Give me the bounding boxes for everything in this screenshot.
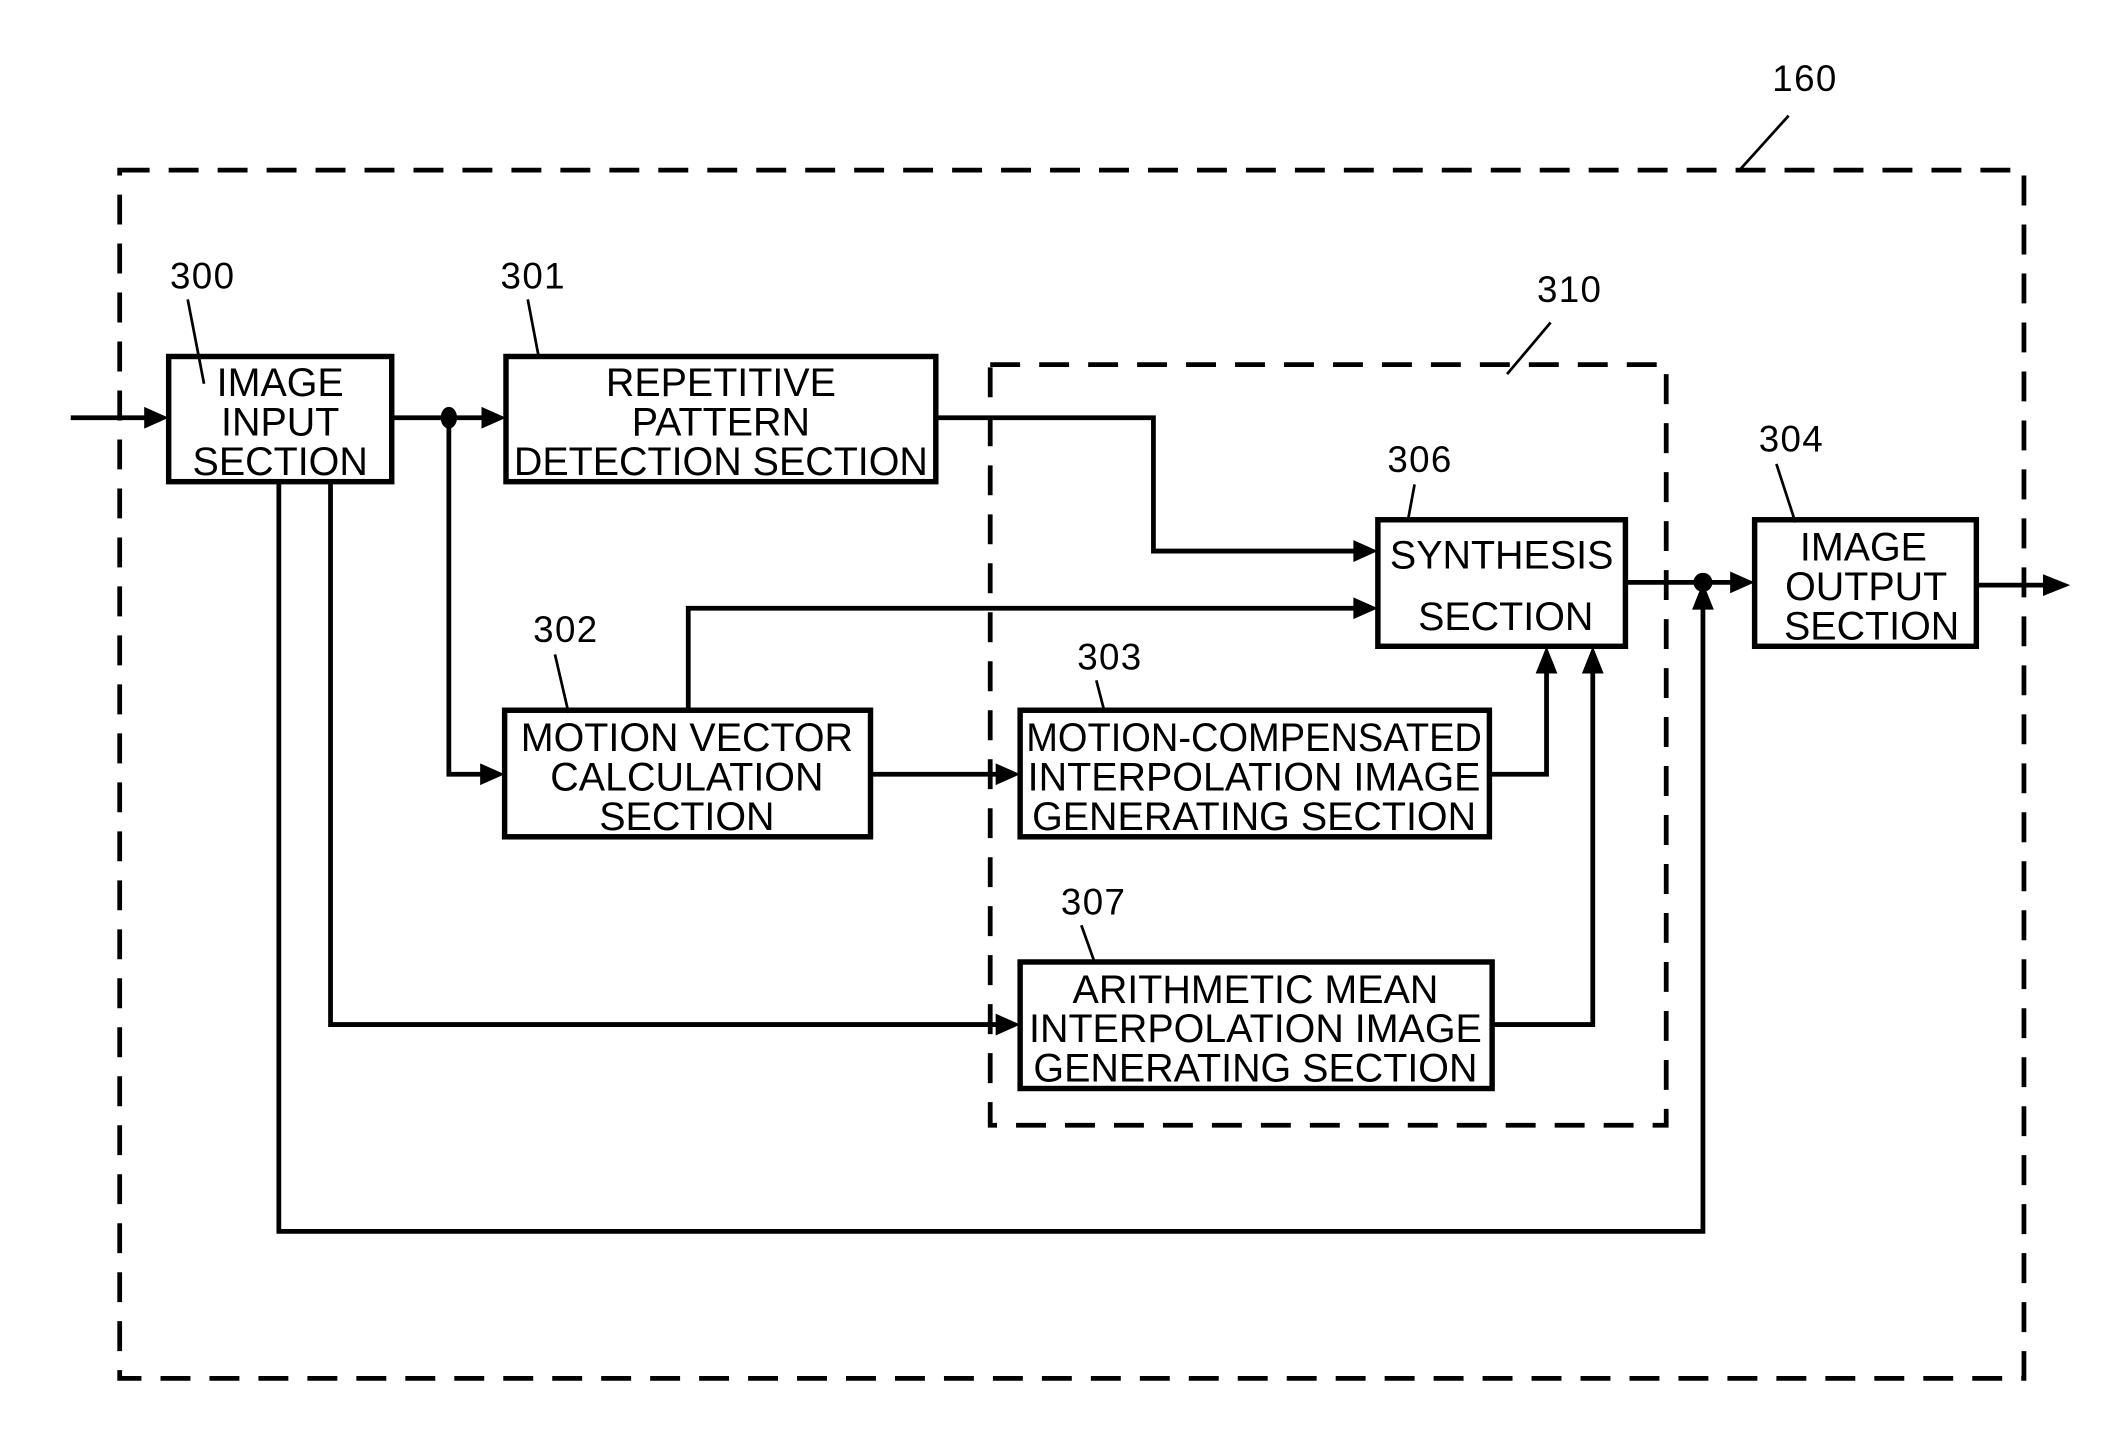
leader-307 — [1080, 924, 1097, 964]
block-303-line-3: GENERATING SECTION — [1032, 795, 1476, 839]
block-repetitive-pattern-detection: REPETITIVE PATTERN DETECTION SECTION — [503, 353, 939, 485]
ref-306: 306 — [1387, 439, 1452, 480]
arrow-to-307 — [995, 1013, 1021, 1036]
ref-301: 301 — [501, 255, 566, 296]
leader-304 — [1775, 463, 1797, 523]
arrow-input — [144, 406, 169, 429]
block-302-line-2: CALCULATION — [550, 756, 823, 800]
arrow-to-304 — [1730, 571, 1755, 594]
block-307-line-2: INTERPOLATION IMAGE — [1029, 1007, 1482, 1051]
block-motion-vector-calculation: MOTION VECTOR CALCULATION SECTION — [501, 707, 874, 840]
block-301-line-1: REPETITIVE — [606, 361, 836, 405]
leader-302 — [553, 654, 570, 714]
leader-301 — [526, 299, 540, 357]
arrow-307-to-306 — [1581, 646, 1604, 674]
leader-303 — [1094, 679, 1106, 712]
block-304-line-1: IMAGE — [1800, 526, 1927, 570]
block-301-line-2: PATTERN — [632, 400, 810, 444]
wire-301-306 — [935, 415, 1361, 554]
block-303-line-1: MOTION-COMPENSATED — [1026, 716, 1482, 760]
ref-302: 302 — [533, 609, 598, 650]
block-300-line-1: IMAGE — [217, 361, 344, 405]
block-303-line-2: INTERPOLATION IMAGE — [1028, 756, 1481, 800]
arrow-to-301 — [481, 406, 506, 429]
block-301-line-3: DETECTION SECTION — [514, 440, 928, 484]
block-302-line-3: SECTION — [599, 795, 774, 839]
block-synthesis: SYNTHESIS SECTION — [1375, 517, 1629, 650]
ref-304: 304 — [1759, 419, 1824, 460]
arrow-302-to-306 — [1353, 597, 1378, 620]
junction-dot-output — [1693, 572, 1713, 592]
block-302-line-1: MOTION VECTOR — [521, 716, 853, 760]
block-arithmetic-mean-interpolation: ARITHMETIC MEAN INTERPOLATION IMAGE GENE… — [1017, 959, 1495, 1092]
wire-302-306 — [685, 605, 1361, 711]
ref-160: 160 — [1772, 58, 1837, 99]
block-307-line-1: ARITHMETIC MEAN — [1073, 968, 1439, 1012]
wire-300-302 — [446, 417, 490, 777]
ref-300: 300 — [170, 255, 235, 296]
leader-160 — [1737, 114, 1790, 173]
arrow-301-to-306 — [1353, 540, 1378, 562]
ref-307: 307 — [1061, 881, 1126, 922]
ref-303: 303 — [1077, 636, 1142, 677]
block-motion-compensated-interpolation: MOTION-COMPENSATED INTERPOLATION IMAGE G… — [1017, 707, 1493, 840]
block-300-line-2: INPUT — [221, 400, 339, 444]
leader-306 — [1406, 484, 1416, 522]
block-307-line-3: GENERATING SECTION — [1033, 1047, 1477, 1091]
block-diagram: 160 310 IMAGE INPUT SECTION 300 REPETITI… — [70, 58, 2071, 1381]
block-image-output: IMAGE OUTPUT SECTION — [1751, 517, 1980, 650]
block-300-line-3: SECTION — [193, 440, 368, 484]
block-306-line-1: SYNTHESIS — [1390, 534, 1613, 578]
block-304-line-2: OUTPUT — [1785, 565, 1947, 609]
wire-307-306 — [1492, 663, 1596, 1027]
wire-303-306 — [1489, 663, 1549, 777]
block-304-line-3: SECTION — [1784, 604, 1959, 648]
arrow-output — [2042, 574, 2071, 596]
ref-310: 310 — [1537, 269, 1602, 310]
arrow-to-303 — [995, 763, 1021, 786]
block-306-line-2: SECTION — [1418, 595, 1593, 639]
arrow-to-302 — [480, 763, 505, 786]
arrow-303-to-306 — [1535, 646, 1558, 674]
